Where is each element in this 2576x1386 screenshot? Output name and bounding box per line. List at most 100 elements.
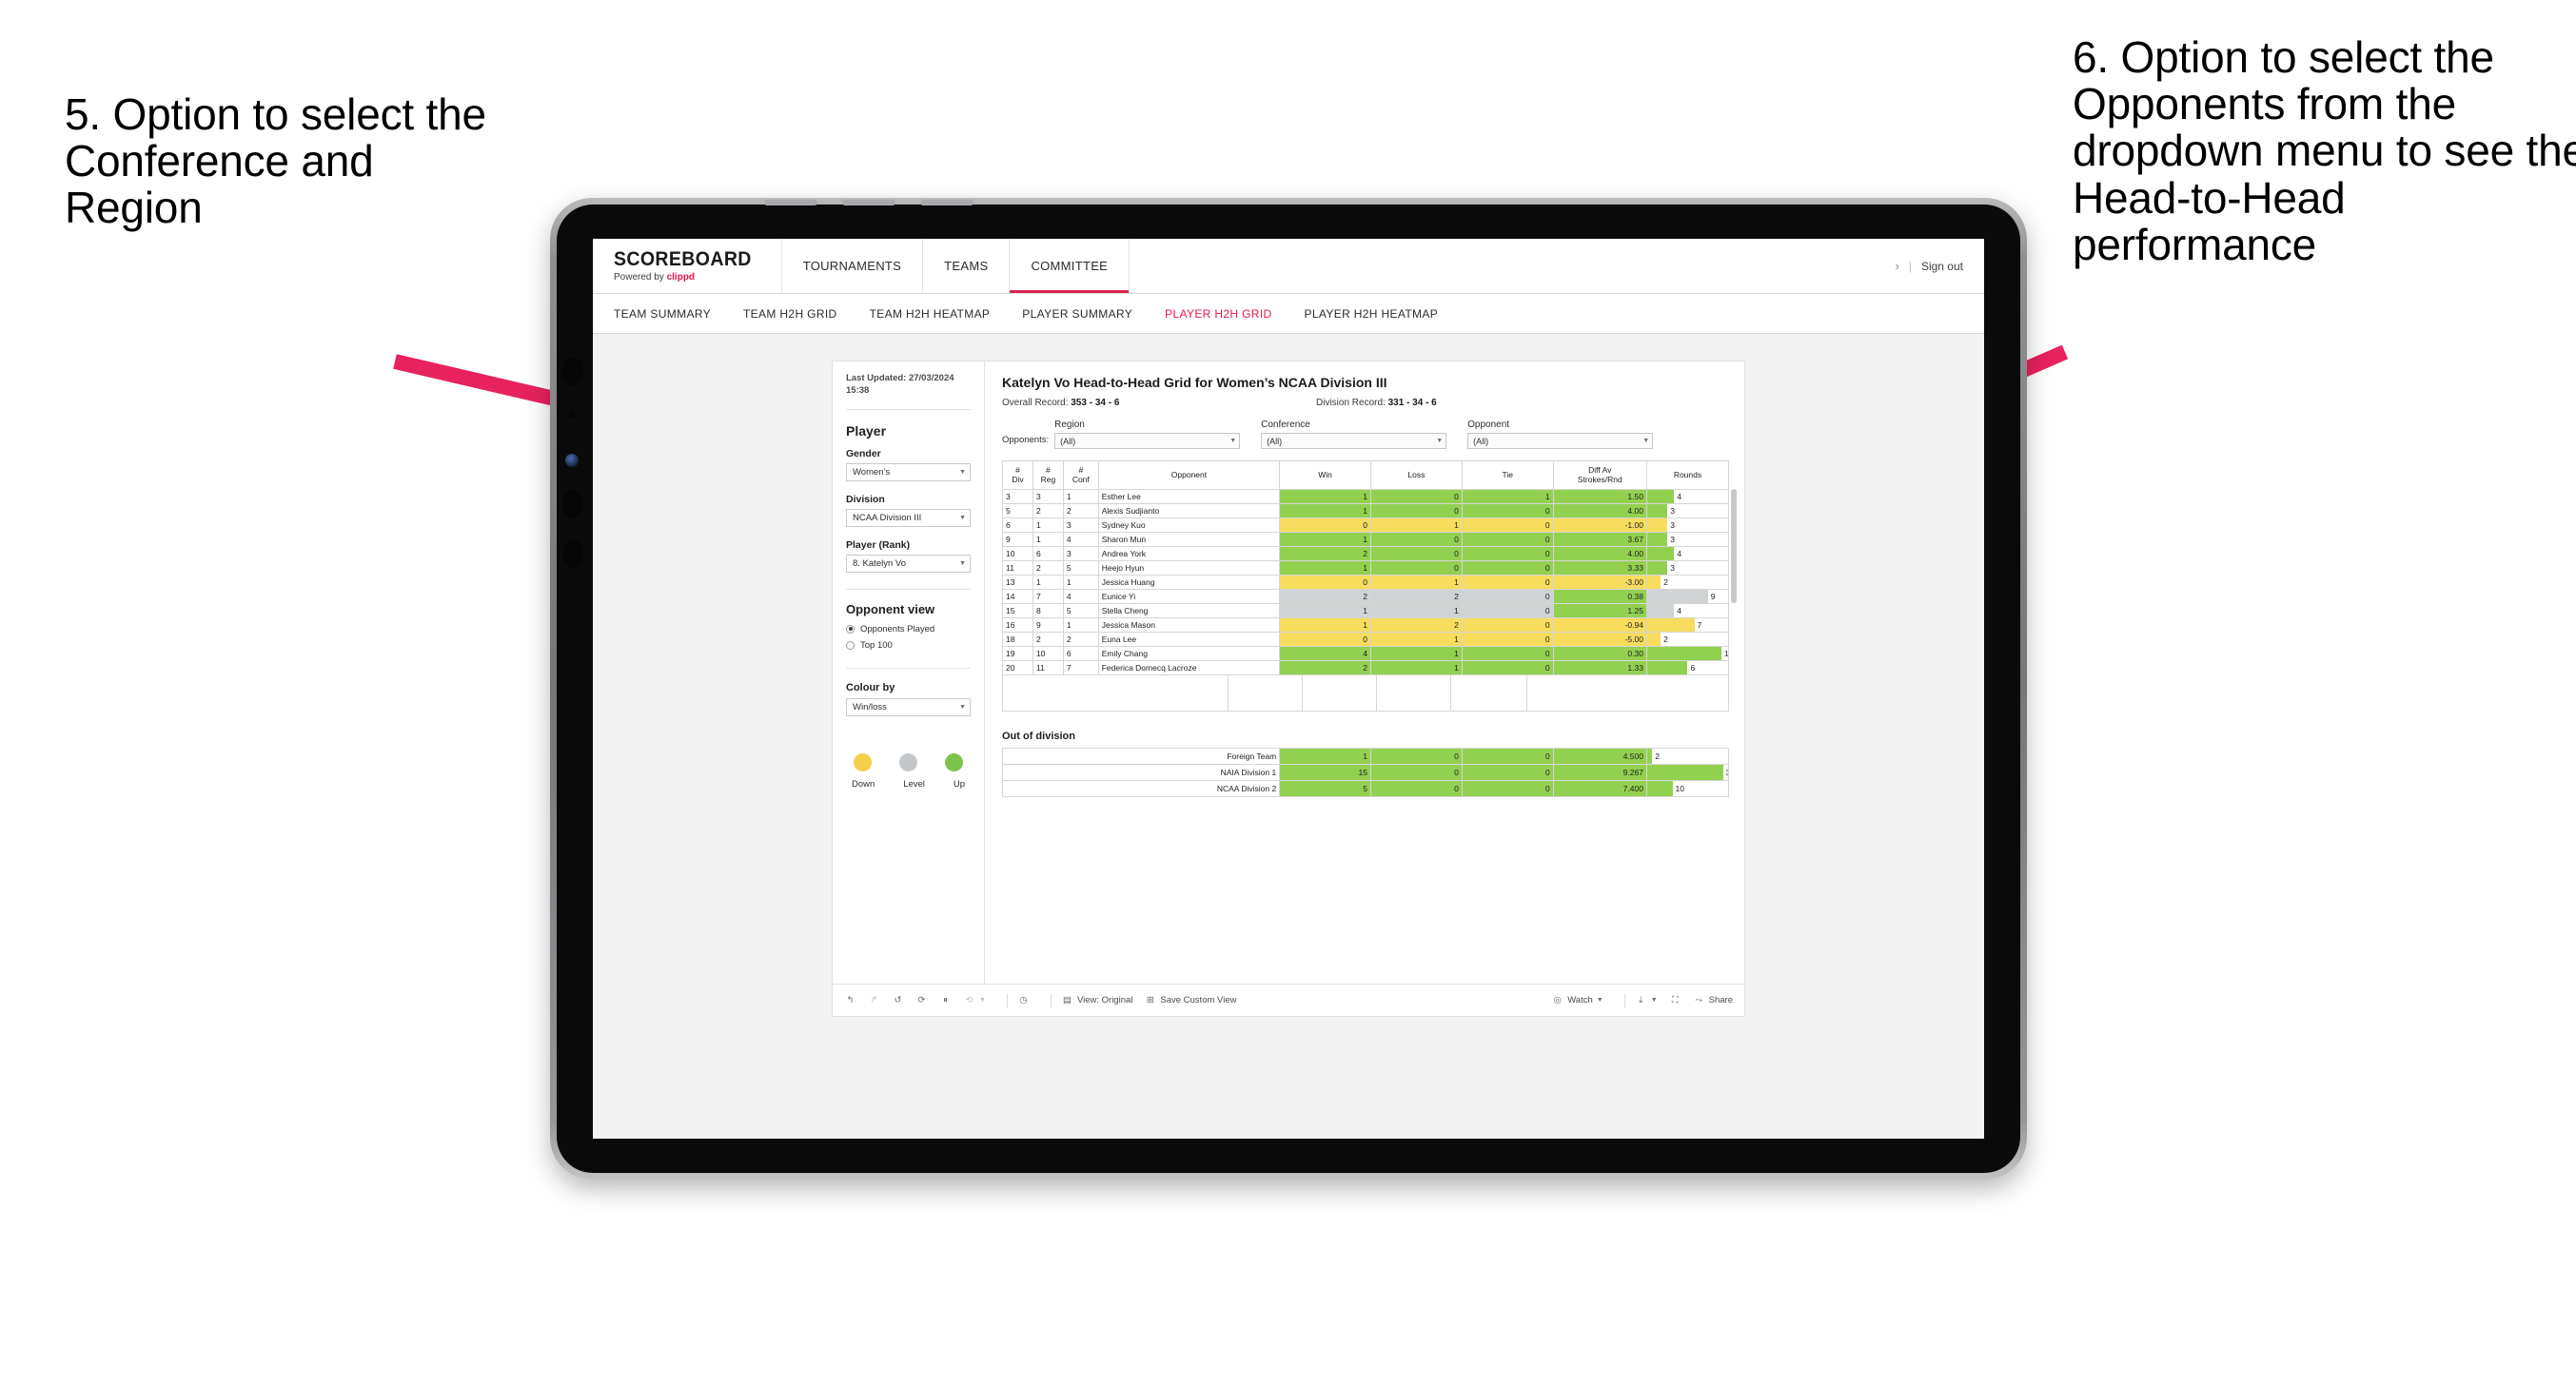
division-select[interactable]: NCAA Division III ▼ [846, 508, 971, 527]
cell-diff[interactable]: 9.267 [1552, 764, 1647, 781]
subnav-player-h2h-heatmap[interactable]: PLAYER H2H HEATMAP [1305, 307, 1439, 321]
pause-button[interactable]: ⏸ [939, 994, 952, 1006]
cell-div[interactable]: 11 [1002, 560, 1033, 576]
cell-loss[interactable]: 1 [1370, 517, 1463, 533]
cell-diff[interactable]: -0.94 [1552, 617, 1647, 633]
chevron-right-icon[interactable]: › [1895, 259, 1898, 273]
cell-win[interactable]: 2 [1279, 589, 1371, 604]
cell-reg[interactable]: 3 [1032, 489, 1064, 504]
subnav-player-h2h-grid[interactable]: PLAYER H2H GRID [1165, 307, 1271, 321]
cell-opponent[interactable]: Stella Cheng [1097, 603, 1281, 618]
cell-diff[interactable]: -1.00 [1552, 517, 1647, 533]
brand-logo[interactable]: SCOREBOARD Powered by clippd [593, 239, 782, 293]
cell-opponent[interactable]: Emily Chang [1097, 646, 1281, 661]
cell-reg[interactable]: 2 [1032, 632, 1064, 647]
cell-div[interactable]: 5 [1002, 503, 1033, 518]
watch-button[interactable]: ◎ Watch ▼ [1551, 994, 1603, 1006]
table-row[interactable]: 10 6 3 Andrea York 2 0 0 4.00 4 [1002, 546, 1730, 561]
cell-loss[interactable]: 0 [1370, 532, 1463, 547]
cell-conf[interactable]: 1 [1062, 575, 1099, 590]
cell-tie[interactable]: 0 [1461, 632, 1554, 647]
cell-conf[interactable]: 3 [1062, 546, 1099, 561]
cell-diff[interactable]: 3.67 [1552, 532, 1647, 547]
cell-conf[interactable]: 4 [1062, 589, 1099, 604]
cell-loss[interactable]: 0 [1370, 764, 1463, 781]
refresh-button[interactable]: ⟳ [915, 994, 928, 1006]
cell-diff[interactable]: 7.400 [1552, 780, 1647, 797]
cell-div[interactable]: 20 [1002, 660, 1033, 675]
gender-select[interactable]: Women’s ▼ [846, 462, 971, 481]
opponent-filter-select[interactable]: (All) ▼ [1467, 433, 1654, 449]
cell-tie[interactable]: 0 [1461, 546, 1554, 561]
cell-rounds[interactable]: 4 [1645, 603, 1730, 618]
cell-opponent[interactable]: Federica Domecq Lacroze [1097, 660, 1281, 675]
cell-opponent[interactable]: Euna Lee [1097, 632, 1281, 647]
download-button[interactable]: ⤓ ▼ [1635, 994, 1658, 1006]
cell-rounds[interactable]: 3 [1645, 532, 1730, 547]
cell-diff[interactable]: -3.00 [1552, 575, 1647, 590]
cell-diff[interactable]: 4.500 [1552, 748, 1647, 765]
cell-div[interactable]: 10 [1002, 546, 1033, 561]
cell-conf[interactable]: 1 [1062, 489, 1099, 504]
table-row[interactable]: 6 1 3 Sydney Kuo 0 1 0 -1.00 3 [1002, 517, 1730, 533]
cell-rounds[interactable]: 6 [1645, 660, 1730, 675]
cell-loss[interactable]: 0 [1370, 503, 1463, 518]
redo-button[interactable]: ↱ [868, 994, 880, 1006]
table-row[interactable]: 19106Emily Chang4100.3011 [1002, 646, 1730, 661]
cell-tie[interactable]: 0 [1461, 764, 1554, 781]
cell-reg[interactable]: 1 [1032, 575, 1064, 590]
cell-rounds[interactable]: 2 [1645, 632, 1730, 647]
cell-diff[interactable]: 0.30 [1552, 646, 1647, 661]
cell-conf[interactable]: 5 [1062, 603, 1099, 618]
table-row[interactable]: 3 3 1 Esther Lee 1 0 1 1.50 4 [1002, 489, 1730, 504]
cell-win[interactable]: 0 [1279, 575, 1371, 590]
cell-win[interactable]: 1 [1279, 532, 1371, 547]
cell-loss[interactable]: 0 [1370, 489, 1463, 504]
cell-rounds[interactable]: 9 [1645, 589, 1730, 604]
table-row[interactable]: NCAA Division 2 5 0 0 7.400 10 [1001, 780, 1730, 797]
cell-loss[interactable]: 2 [1370, 617, 1463, 633]
alerts-button[interactable]: ◷ [1017, 994, 1030, 1006]
cell-rounds[interactable]: 11 [1645, 646, 1730, 661]
sign-out-link[interactable]: Sign out [1921, 260, 1963, 273]
cell-opponent[interactable]: Esther Lee [1097, 489, 1281, 504]
revert-button[interactable]: ↺ [892, 994, 904, 1006]
cell-reg[interactable]: 1 [1032, 532, 1064, 547]
col-tie[interactable]: Tie [1461, 460, 1554, 490]
cell-rounds[interactable]: 30 [1645, 764, 1730, 781]
cell-div[interactable]: 3 [1002, 489, 1033, 504]
cell-conf[interactable]: 4 [1062, 532, 1099, 547]
cell-loss[interactable]: 1 [1370, 603, 1463, 618]
cell-diff[interactable]: 1.50 [1552, 489, 1647, 504]
table-row[interactable]: 14 7 4 Eunice Yi 2 2 0 0.38 9 [1002, 589, 1730, 604]
cell-opponent[interactable]: Alexis Sudjianto [1097, 503, 1281, 518]
cell-tie[interactable]: 0 [1461, 532, 1554, 547]
cell-win[interactable]: 1 [1279, 603, 1371, 618]
cell-diff[interactable]: 0.38 [1552, 589, 1647, 604]
cell-tie[interactable]: 0 [1461, 589, 1554, 604]
cell-group-name[interactable]: NAIA Division 1 [1001, 764, 1281, 781]
cell-reg[interactable]: 1 [1032, 517, 1064, 533]
cell-conf[interactable]: 6 [1062, 646, 1099, 661]
cell-conf[interactable]: 2 [1062, 503, 1099, 518]
cell-reg[interactable]: 10 [1032, 646, 1064, 661]
cell-win[interactable]: 1 [1279, 560, 1371, 576]
grid-scrollbar[interactable] [1731, 489, 1737, 603]
table-row[interactable]: Foreign Team 1 0 0 4.500 2 [1001, 748, 1730, 765]
cell-conf[interactable]: 7 [1062, 660, 1099, 675]
cell-loss[interactable]: 1 [1370, 660, 1463, 675]
cell-win[interactable]: 4 [1279, 646, 1371, 661]
cell-win[interactable]: 1 [1279, 503, 1371, 518]
subnav-team-summary[interactable]: TEAM SUMMARY [614, 307, 711, 321]
cell-tie[interactable]: 0 [1461, 780, 1554, 797]
cell-reg[interactable]: 11 [1032, 660, 1064, 675]
cell-reg[interactable]: 2 [1032, 560, 1064, 576]
cell-conf[interactable]: 3 [1062, 517, 1099, 533]
cell-tie[interactable]: 0 [1461, 646, 1554, 661]
cell-conf[interactable]: 1 [1062, 617, 1099, 633]
cell-diff[interactable]: -5.00 [1552, 632, 1647, 647]
nav-tournaments[interactable]: TOURNAMENTS [782, 239, 924, 293]
cell-opponent[interactable]: Andrea York [1097, 546, 1281, 561]
cell-conf[interactable]: 2 [1062, 632, 1099, 647]
cell-rounds[interactable]: 2 [1645, 575, 1730, 590]
